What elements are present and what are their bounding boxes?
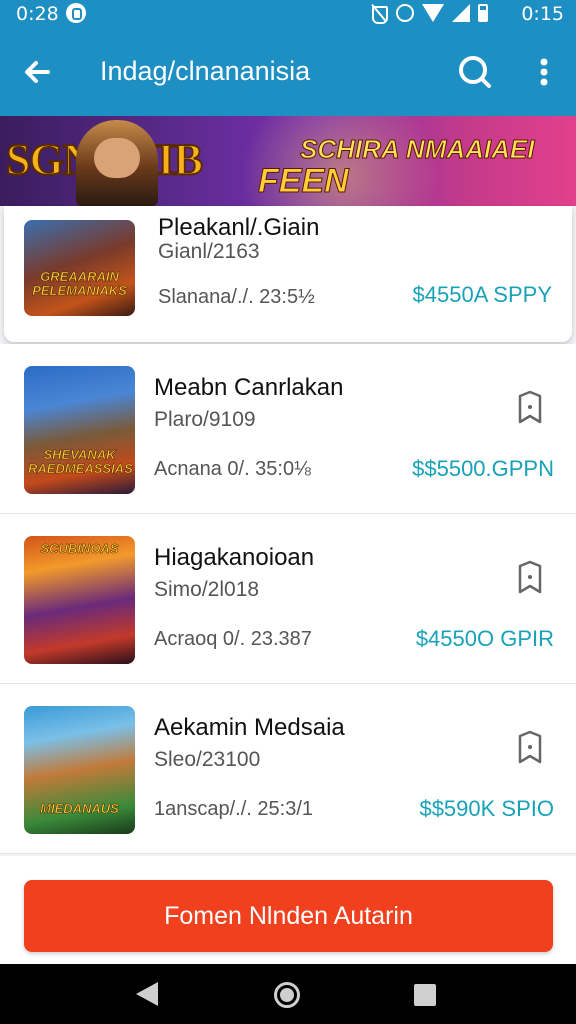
search-icon bbox=[459, 56, 491, 88]
thumbnail-caption: GREAARAIN PELEMANIAKS bbox=[32, 269, 127, 298]
item-price: $$590K SPIO bbox=[419, 796, 554, 821]
promo-banner[interactable]: SGNONIB SCHIRA NMAAIAEI FEEN NAIACFIHAKN… bbox=[0, 116, 576, 206]
thumbnail-caption: SHEVANAK RAEDMEASSIAS bbox=[28, 447, 133, 476]
game-thumbnail: GREAARAIN PELEMANIAKS bbox=[24, 220, 135, 316]
notification-icon bbox=[66, 3, 86, 23]
status-time-left: 0:28 bbox=[16, 3, 59, 25]
bookmark-icon[interactable] bbox=[516, 730, 544, 766]
signal-icon bbox=[452, 4, 470, 22]
banner-hero-image bbox=[76, 120, 158, 206]
page-title: Indag/clnananisia bbox=[100, 56, 311, 86]
item-title: Meabn Canrlakan bbox=[154, 374, 344, 401]
item-meta: Acraoq 0/. 23.387 bbox=[154, 628, 312, 650]
item-price: $4550A SPPY bbox=[412, 282, 552, 307]
item-price: $$5500.GPPN bbox=[412, 456, 554, 481]
item-subtitle: Gianl/2163 bbox=[158, 240, 260, 263]
game-list: GREAARAIN PELEMANIAKS Pleakanl/.Giain Gi… bbox=[0, 206, 576, 854]
nav-home-icon[interactable] bbox=[274, 982, 300, 1008]
item-subtitle: Plaro/9109 bbox=[154, 408, 256, 431]
nav-back-icon[interactable] bbox=[136, 982, 158, 1006]
list-item-wrapper: GREAARAIN PELEMANIAKS Pleakanl/.Giain Gi… bbox=[0, 206, 576, 344]
item-title: Hiagakanoioan bbox=[154, 544, 315, 571]
search-button[interactable] bbox=[452, 50, 496, 94]
status-icons bbox=[370, 4, 488, 24]
bookmark-icon[interactable] bbox=[516, 560, 544, 596]
battery-icon bbox=[478, 4, 488, 22]
list-item[interactable]: SHEVANAK RAEDMEASSIAS Meabn Canrlakan Pl… bbox=[0, 344, 576, 514]
primary-action-button[interactable]: Fomen Nlnden Autarin bbox=[24, 880, 553, 952]
back-button[interactable] bbox=[18, 50, 62, 94]
list-item[interactable]: MIEDANAUS Aekamin Medsaia Sleo/23100 1an… bbox=[0, 684, 576, 854]
item-subtitle: Sleo/23100 bbox=[154, 748, 261, 771]
vibrate-off-icon bbox=[370, 4, 388, 24]
back-arrow-icon bbox=[25, 61, 50, 83]
thumbnail-caption: SCUBINOAS bbox=[40, 541, 119, 556]
list-item[interactable]: SCUBINOAS Hiagakanoioan Simo/2l018 Acrao… bbox=[0, 514, 576, 684]
bookmark-icon[interactable] bbox=[516, 390, 544, 426]
game-thumbnail: MIEDANAUS bbox=[24, 706, 135, 834]
cta-container: Fomen Nlnden Autarin bbox=[0, 856, 576, 964]
status-time-right: 0:15 bbox=[521, 3, 564, 25]
more-vert-icon bbox=[540, 58, 548, 86]
thumbnail-caption: MIEDANAUS bbox=[40, 801, 119, 816]
status-bar: 0:28 0:15 bbox=[0, 0, 576, 28]
alarm-icon bbox=[396, 4, 414, 22]
system-nav-bar bbox=[0, 964, 576, 1024]
game-thumbnail: SCUBINOAS bbox=[24, 536, 135, 664]
item-meta: Slanana/./. 23:5½ bbox=[158, 286, 315, 308]
app-bar: Indag/clnananisia bbox=[0, 28, 576, 116]
item-title: Aekamin Medsaia bbox=[154, 714, 345, 741]
banner-headline: SCHIRA NMAAIAEI bbox=[299, 134, 535, 165]
game-thumbnail: SHEVANAK RAEDMEASSIAS bbox=[24, 366, 135, 494]
wifi-icon bbox=[422, 4, 444, 22]
item-title: Pleakanl/.Giain bbox=[158, 214, 320, 241]
banner-subheadline: FEEN NAIACFIHAKN! bbox=[258, 162, 506, 207]
item-price: $4550O GPIR bbox=[415, 626, 554, 651]
nav-recents-icon[interactable] bbox=[414, 984, 436, 1006]
item-subtitle: Simo/2l018 bbox=[154, 578, 260, 601]
item-meta: Acnana 0/. 35:0⅛ bbox=[154, 458, 311, 480]
item-meta: 1anscap/./. 25:3/1 bbox=[154, 798, 314, 820]
list-item[interactable]: GREAARAIN PELEMANIAKS Pleakanl/.Giain Gi… bbox=[4, 206, 572, 342]
screen: 0:28 0:15 Indag/clnananisia SCHIRA NMAAI… bbox=[0, 0, 576, 1024]
more-options-button[interactable] bbox=[526, 50, 562, 94]
